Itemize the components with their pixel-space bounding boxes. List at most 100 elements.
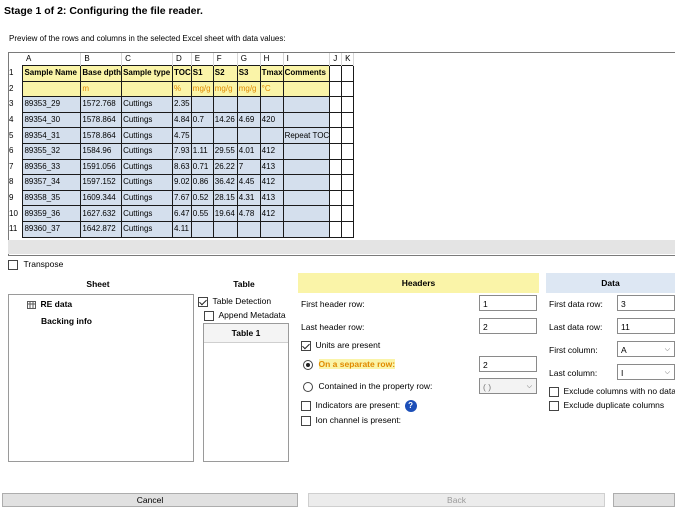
grid-cell[interactable] [212, 96, 238, 113]
grid-cell[interactable] [329, 205, 343, 222]
exclude-no-data-checkbox[interactable]: Exclude columns with no data [549, 386, 675, 397]
exclude-no-data-box[interactable] [549, 386, 559, 397]
grid-cell[interactable]: Tmax [259, 65, 284, 82]
grid-cell[interactable] [329, 65, 343, 82]
grid-cell[interactable]: Cuttings [121, 142, 174, 160]
grid-cell[interactable]: 1591.056 [80, 158, 123, 176]
first-column-select[interactable]: A ⌵ [617, 341, 675, 357]
grid-cell[interactable] [282, 158, 331, 176]
grid-cell[interactable]: 0.55 [190, 205, 214, 222]
grid-cell[interactable]: mg/g [236, 80, 261, 98]
grid-cell[interactable]: 412 [259, 174, 284, 191]
grid-cell[interactable]: 89355_32 [22, 142, 82, 160]
grid-cell[interactable] [282, 205, 331, 222]
grid-cell[interactable] [341, 189, 355, 207]
grid-cell[interactable] [282, 142, 331, 160]
grid-cell[interactable]: 1578.864 [80, 111, 123, 129]
grid-cell[interactable]: 412 [259, 142, 284, 160]
first-data-row-input[interactable]: 3 [617, 295, 675, 311]
grid-cell[interactable]: 1584.96 [80, 142, 123, 160]
grid-cell[interactable]: 412 [259, 205, 284, 222]
grid-cell[interactable]: 413 [259, 158, 284, 176]
grid-cell[interactable]: 0.52 [190, 189, 214, 207]
grid-cell[interactable]: 4.45 [236, 174, 261, 191]
grid-cell[interactable]: Cuttings [121, 205, 174, 222]
grid-cell[interactable]: Sample Name [22, 65, 82, 82]
grid-cell[interactable]: mg/g [212, 80, 238, 98]
grid-cell[interactable] [341, 220, 355, 238]
grid-cell[interactable]: 0.7 [190, 111, 214, 129]
grid-cell[interactable]: Cuttings [121, 96, 174, 113]
grid-cell[interactable]: 4.78 [236, 205, 261, 222]
last-column-select[interactable]: I ⌵ [617, 364, 675, 380]
grid-cell[interactable] [236, 220, 261, 238]
grid-cell[interactable] [236, 96, 261, 113]
grid-cell[interactable]: 0.86 [190, 174, 214, 191]
grid-cell[interactable]: mg/g [190, 80, 214, 98]
first-header-row-input[interactable]: 1 [479, 295, 537, 311]
transpose-checkbox[interactable]: Transpose [8, 259, 63, 270]
grid-cell[interactable]: 413 [259, 189, 284, 207]
indicators-box[interactable] [301, 401, 311, 411]
grid-cell[interactable] [190, 127, 214, 144]
grid-cell[interactable]: 1642.872 [80, 220, 123, 238]
property-row-select[interactable]: ( ) ⌵ [479, 378, 537, 394]
grid-cell[interactable]: Cuttings [121, 220, 174, 238]
grid-cell[interactable]: S2 [212, 65, 238, 82]
grid-cell[interactable]: 1572.768 [80, 96, 123, 113]
last-header-row-input[interactable]: 2 [479, 318, 537, 334]
grid-cell[interactable]: Cuttings [121, 174, 174, 191]
exclude-duplicate-checkbox[interactable]: Exclude duplicate columns [549, 400, 664, 411]
grid-cell[interactable]: 89354_30 [22, 111, 82, 129]
sheet-list[interactable]: RE data Backing info [8, 294, 194, 462]
grid-cell[interactable]: 4.84 [172, 111, 192, 129]
grid-cell[interactable]: 4.69 [236, 111, 261, 129]
last-data-row-input[interactable]: 11 [617, 318, 675, 334]
grid-cell[interactable] [341, 80, 355, 98]
grid-cell[interactable] [121, 80, 174, 98]
grid-cell[interactable]: m [80, 80, 123, 98]
table-detection-checkbox[interactable]: Table Detection [198, 296, 271, 307]
grid-cell[interactable] [341, 127, 355, 144]
grid-cell[interactable] [259, 96, 284, 113]
append-metadata-checkbox[interactable]: Append Metadata [204, 310, 286, 321]
grid-cell[interactable]: S3 [236, 65, 261, 82]
grid-cell[interactable]: 9.02 [172, 174, 192, 191]
grid-cell[interactable]: 1597.152 [80, 174, 123, 191]
grid-cell[interactable] [341, 205, 355, 222]
next-button[interactable] [613, 493, 675, 507]
grid-cell[interactable] [282, 174, 331, 191]
grid-cell[interactable] [329, 142, 343, 160]
grid-cell[interactable]: 7 [236, 158, 261, 176]
separate-row-input[interactable]: 2 [479, 356, 537, 372]
grid-cell[interactable]: 19.64 [212, 205, 238, 222]
grid-cell[interactable] [329, 220, 343, 238]
grid-cell[interactable] [341, 111, 355, 129]
grid-cell[interactable]: Sample type [121, 65, 174, 82]
table-detection-box[interactable] [198, 296, 208, 307]
grid-cell[interactable] [212, 220, 238, 238]
units-present-checkbox[interactable]: Units are present [301, 340, 380, 351]
grid-cell[interactable]: 89353_29 [22, 96, 82, 113]
grid-cell[interactable]: 89359_36 [22, 205, 82, 222]
grid-cell[interactable]: Base dpth [80, 65, 123, 82]
grid-cell[interactable]: 7.67 [172, 189, 192, 207]
grid-cell[interactable] [329, 189, 343, 207]
grid-cell[interactable] [190, 220, 214, 238]
grid-cell[interactable] [236, 127, 261, 144]
grid-cell[interactable]: 89357_34 [22, 174, 82, 191]
ion-channel-checkbox[interactable]: Ion channel is present: [301, 415, 401, 426]
grid-cell[interactable] [329, 174, 343, 191]
units-present-box[interactable] [301, 340, 311, 351]
grid-cell[interactable] [341, 65, 355, 82]
grid-cell[interactable]: Cuttings [121, 158, 174, 176]
grid-cell[interactable]: 89360_37 [22, 220, 82, 238]
grid-cell[interactable]: 1.11 [190, 142, 214, 160]
property-row-radio[interactable]: Contained in the property row: [303, 381, 432, 392]
grid-cell[interactable]: 89354_31 [22, 127, 82, 144]
grid-cell[interactable]: S1 [190, 65, 214, 82]
grid-cell[interactable]: 14.26 [212, 111, 238, 129]
cancel-button[interactable]: Cancel [2, 493, 298, 507]
grid-cell[interactable]: 4.01 [236, 142, 261, 160]
grid-cell[interactable] [341, 142, 355, 160]
